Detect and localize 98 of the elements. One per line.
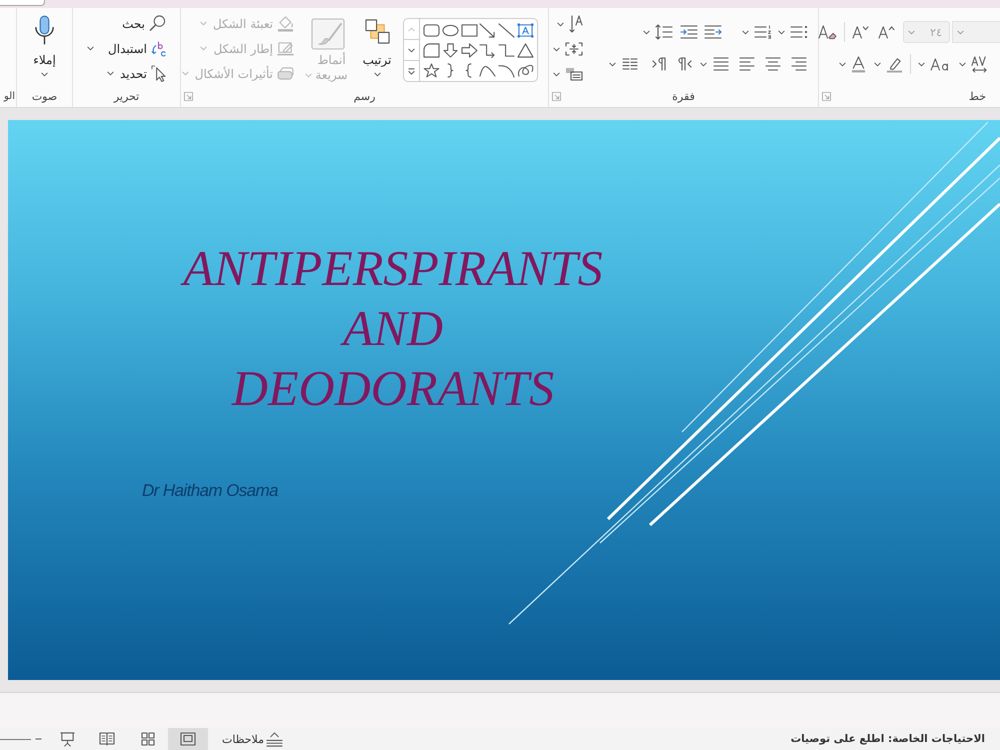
replace-button[interactable]: استبدال <box>87 39 166 58</box>
chevron-down-icon[interactable] <box>778 30 785 34</box>
chevron-down-icon[interactable] <box>643 30 650 34</box>
align-left-icon[interactable] <box>739 57 755 71</box>
group-label: فقرة <box>672 90 695 103</box>
find-button[interactable]: بحث <box>122 14 166 33</box>
dialog-launcher-icon[interactable] <box>184 92 193 101</box>
group-label: الو <box>4 91 15 102</box>
line-icon[interactable] <box>498 22 516 38</box>
notes-button[interactable]: ملاحظات <box>222 728 283 750</box>
rectangle-icon[interactable] <box>460 22 478 38</box>
grow-font-icon[interactable] <box>878 25 895 39</box>
align-text-icon[interactable] <box>565 42 583 56</box>
change-case-icon[interactable] <box>930 58 949 70</box>
columns-icon[interactable] <box>622 58 638 70</box>
chevron-down-icon <box>200 21 207 26</box>
slide[interactable]: ANTIPERSPIRANTS AND DEODORANTS Dr Haitham Osama <box>8 120 1000 680</box>
chevron-down-icon[interactable] <box>742 30 749 34</box>
notes-field[interactable] <box>0 692 1000 728</box>
elbow-arrow-icon[interactable] <box>479 42 496 58</box>
arrow-icon[interactable] <box>479 22 496 38</box>
arrange-button[interactable]: ترتيب <box>359 18 395 89</box>
replace-icon <box>151 40 166 56</box>
text-direction-icon[interactable] <box>569 15 583 33</box>
numbered-list-icon[interactable] <box>754 25 772 39</box>
oval-icon[interactable] <box>442 22 459 38</box>
left-to-right-icon[interactable] <box>652 57 666 71</box>
input-field[interactable] <box>0 0 45 6</box>
microphone-icon <box>34 15 55 46</box>
paint-bucket-icon <box>277 15 294 32</box>
slide-subtitle: Dr Haitham Osama <box>142 481 278 501</box>
chevron-down-icon <box>200 46 208 51</box>
chevron-down-icon <box>908 30 915 34</box>
slide-title: ANTIPERSPIRANTS AND DEODORANTS <box>143 238 643 418</box>
overlapping-squares-icon <box>364 19 390 44</box>
chevron-down-icon <box>41 72 48 77</box>
pencil-square-icon <box>277 40 294 57</box>
line-spacing-icon[interactable] <box>655 24 673 40</box>
brush-square-icon <box>311 18 345 50</box>
chevron-down-icon[interactable] <box>700 62 707 66</box>
indent-arrow-icon[interactable] <box>680 25 698 39</box>
presentation-screen-icon <box>60 732 74 746</box>
chevron-down-icon <box>957 30 964 34</box>
down-arrow-icon[interactable] <box>442 42 459 58</box>
indent-arrow-icon[interactable] <box>704 25 722 39</box>
chevron-down-icon <box>304 73 312 78</box>
group-label: خط <box>968 90 986 103</box>
chevron-down-icon[interactable] <box>553 72 560 76</box>
highlighter-icon[interactable] <box>886 56 903 72</box>
character-spacing-icon[interactable] <box>971 56 988 72</box>
rounded-box-icon <box>277 67 294 80</box>
chevron-down-icon[interactable] <box>408 48 415 52</box>
chevron-down-icon[interactable] <box>839 62 846 66</box>
notes-icon <box>266 732 283 746</box>
normal-view-icon <box>180 732 196 746</box>
dialog-launcher-icon[interactable] <box>822 92 831 101</box>
select-button[interactable]: تحديد <box>106 64 166 83</box>
chevron-down-icon[interactable] <box>874 62 881 66</box>
right-brace-icon[interactable] <box>446 62 454 78</box>
smartart-icon[interactable] <box>565 67 583 81</box>
text-box-icon[interactable] <box>517 22 534 38</box>
chevron-down-icon <box>87 46 94 51</box>
group-label: رسم <box>354 90 376 103</box>
accessibility-status-button[interactable]: الاحتياجات الخاصة: اطلع على توصيات <box>790 733 985 745</box>
slide-sorter-icon <box>141 732 155 746</box>
chevron-down-icon <box>374 72 380 77</box>
group-label: صوت <box>32 90 58 103</box>
curve-icon[interactable] <box>498 62 516 78</box>
normal-view-button[interactable] <box>168 728 208 750</box>
bulleted-list-icon[interactable] <box>790 25 808 39</box>
chevron-down-icon <box>106 71 114 76</box>
left-brace-icon[interactable] <box>465 62 474 78</box>
dialog-launcher-icon[interactable] <box>552 92 561 101</box>
star-icon[interactable] <box>422 62 440 78</box>
eraser-letter-icon[interactable] <box>818 24 837 40</box>
right-to-left-icon[interactable] <box>678 57 692 71</box>
dictate-button[interactable]: إملاء <box>17 14 72 89</box>
justify-icon[interactable] <box>713 57 729 71</box>
chevron-down-icon[interactable] <box>553 46 560 52</box>
align-right-icon[interactable] <box>791 57 807 71</box>
chevron-bar-icon[interactable] <box>408 68 415 74</box>
shrink-font-icon[interactable] <box>852 25 869 39</box>
chevron-down-icon[interactable] <box>918 62 925 66</box>
scribble-icon[interactable] <box>517 62 534 78</box>
book-icon <box>99 732 115 746</box>
align-center-icon[interactable] <box>765 57 781 71</box>
chevron-down-icon <box>182 71 189 76</box>
triangle-icon[interactable] <box>517 42 534 58</box>
chevron-down-icon[interactable] <box>609 62 616 66</box>
right-arrow-icon[interactable] <box>460 42 478 58</box>
cursor-icon <box>151 65 166 82</box>
chevron-down-icon[interactable] <box>959 62 966 66</box>
chevron-down-icon[interactable] <box>557 22 564 26</box>
rounded-corner-shape-icon[interactable] <box>422 42 440 58</box>
search-icon <box>149 15 166 32</box>
group-label: تحرير <box>114 90 140 103</box>
elbow-connector-icon[interactable] <box>498 42 516 58</box>
font-color-icon[interactable] <box>851 56 866 72</box>
